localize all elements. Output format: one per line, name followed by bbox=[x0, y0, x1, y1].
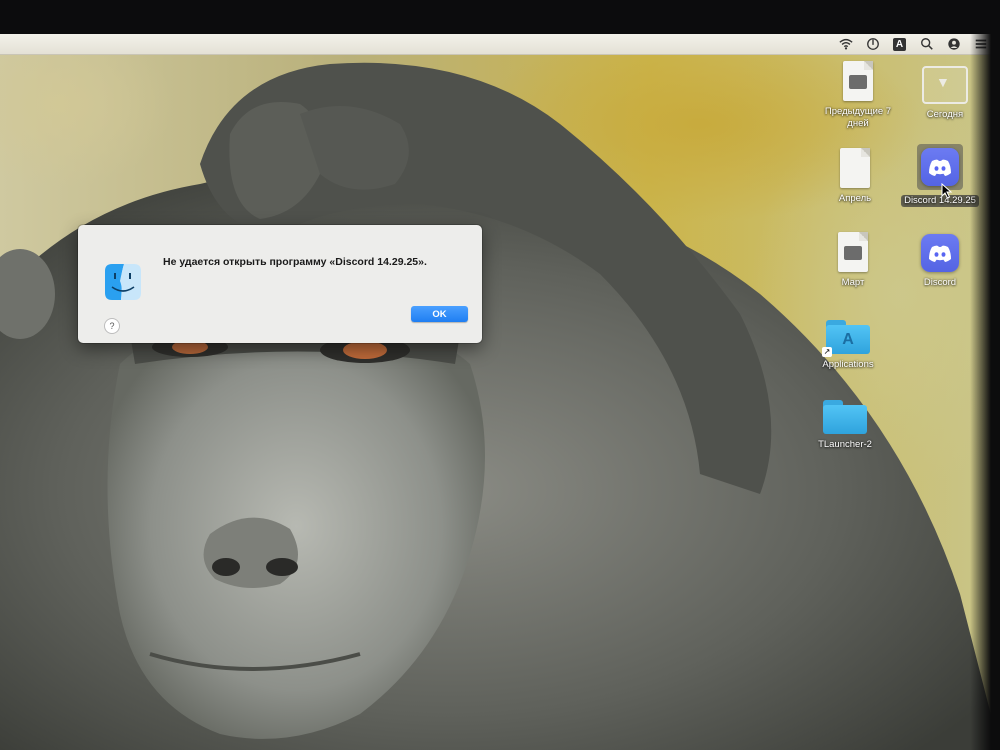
desktop-item-label: Предыдущие 7 дней bbox=[824, 106, 892, 129]
desktop-item-tlauncher[interactable]: TLauncher-2 bbox=[800, 400, 890, 451]
help-button[interactable]: ? bbox=[104, 318, 120, 334]
desktop-item-label: Applications bbox=[822, 359, 874, 370]
dialog-message: Не удается открыть программу «Discord 14… bbox=[163, 256, 427, 268]
alias-arrow-icon: ↗ bbox=[822, 347, 832, 357]
desktop-screen: A Предыдущие 7 дней Сегодня Апрель bbox=[0, 34, 1000, 750]
keyboard-input-icon[interactable]: A bbox=[892, 37, 907, 52]
discord-icon bbox=[921, 234, 959, 272]
finder-icon bbox=[105, 264, 141, 300]
error-alert-dialog: Не удается открыть программу «Discord 14… bbox=[78, 225, 482, 343]
power-icon[interactable] bbox=[865, 37, 880, 52]
desktop-item-label: Март bbox=[841, 277, 865, 288]
ok-button[interactable]: OK bbox=[411, 306, 468, 322]
document-icon bbox=[843, 61, 873, 101]
desktop-item-label: Сегодня bbox=[926, 109, 964, 120]
mouse-cursor-icon bbox=[941, 183, 953, 199]
applications-folder-icon: A ↗ bbox=[822, 320, 870, 357]
status-icons: A bbox=[838, 36, 988, 52]
desktop-item-april[interactable]: Апрель bbox=[810, 148, 900, 205]
wallpaper-ape bbox=[0, 62, 1000, 750]
desktop-item-march[interactable]: Март bbox=[808, 232, 898, 289]
search-icon[interactable] bbox=[919, 37, 934, 52]
desktop-item-applications[interactable]: A ↗ Applications bbox=[803, 320, 893, 371]
document-icon bbox=[838, 232, 868, 272]
input-source-letter: A bbox=[893, 37, 906, 51]
menu-bar: A bbox=[0, 34, 1000, 55]
desktop-item-label: TLauncher-2 bbox=[818, 439, 872, 450]
desktop-item-previous-7-days[interactable]: Предыдущие 7 дней bbox=[813, 61, 903, 130]
desktop-item-label: Discord 14.29.25 bbox=[901, 195, 979, 207]
desktop-item-label: Discord bbox=[923, 277, 957, 288]
folder-icon bbox=[922, 66, 968, 104]
user-avatar-icon[interactable] bbox=[946, 37, 961, 52]
document-icon bbox=[840, 148, 870, 188]
monitor-bezel-right bbox=[970, 34, 1000, 750]
folder-icon bbox=[823, 400, 867, 434]
desktop-item-label: Апрель bbox=[838, 193, 872, 204]
wifi-icon[interactable] bbox=[838, 37, 853, 52]
discord-icon bbox=[921, 148, 959, 186]
